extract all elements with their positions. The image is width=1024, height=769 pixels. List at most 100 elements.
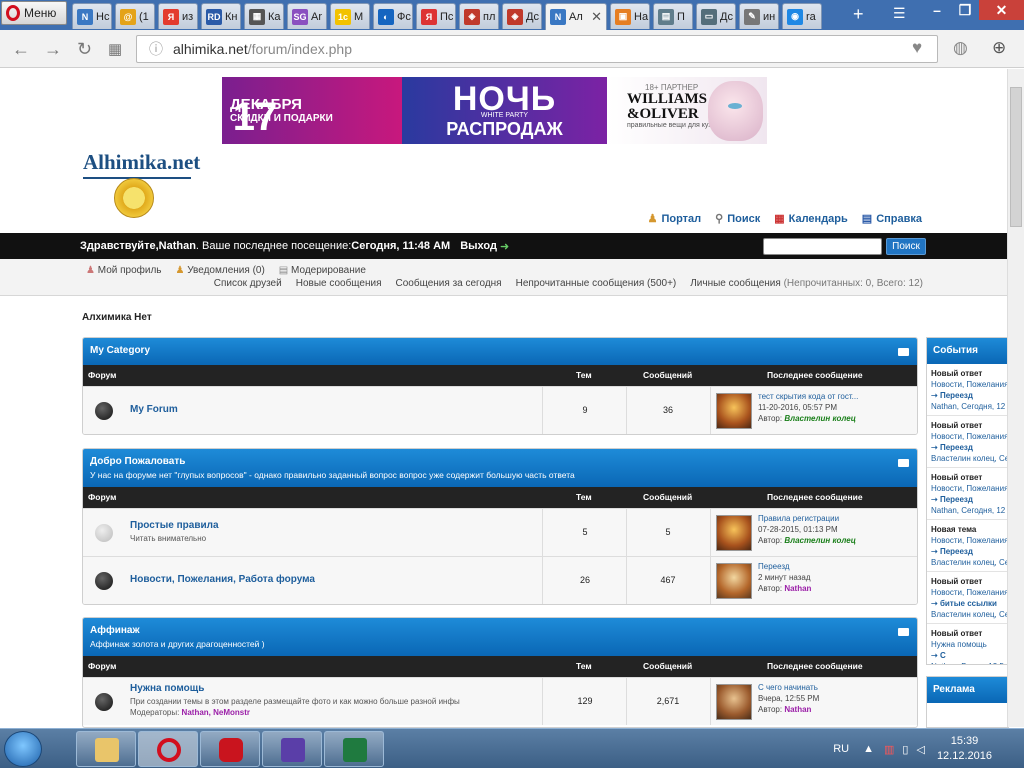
- reload-icon[interactable]: ↻: [77, 39, 92, 60]
- event-meta[interactable]: Nathan, Сегодня, 12: [931, 401, 1005, 412]
- browser-tab[interactable]: ✎ ин: [739, 3, 779, 29]
- event-topic-link-text[interactable]: Переезд: [940, 547, 973, 556]
- last-post-author[interactable]: Nathan: [784, 584, 811, 593]
- nav-new-posts[interactable]: Новые сообщения: [296, 278, 382, 289]
- maximize-icon[interactable]: ❐: [951, 0, 979, 20]
- event-topic-link[interactable]: ➝ С: [931, 650, 1004, 661]
- nav-my-profile[interactable]: ♟ Мой профиль: [86, 265, 162, 276]
- last-post-author[interactable]: Nathan: [784, 705, 811, 714]
- category-title[interactable]: Добро Пожаловать: [90, 456, 910, 467]
- forum-name[interactable]: Простые правила: [130, 520, 219, 531]
- browser-tab[interactable]: ◈ Дс: [502, 3, 542, 29]
- taskbar-explorer[interactable]: [76, 731, 136, 767]
- last-post-title[interactable]: Правила регистрации: [758, 513, 856, 524]
- device-icon[interactable]: ▯: [902, 743, 908, 756]
- event-meta[interactable]: Nathan, Сегодня, 12: [931, 505, 1005, 516]
- last-poster-avatar[interactable]: [716, 684, 752, 720]
- browser-tab[interactable]: N Нс: [72, 3, 112, 29]
- last-post-title[interactable]: Переезд: [758, 561, 811, 572]
- forum-name[interactable]: My Forum: [130, 404, 178, 415]
- collapse-icon[interactable]: [898, 348, 909, 356]
- last-post-title[interactable]: тест скрытия кода от гост...: [758, 391, 858, 402]
- event-topic-link-text[interactable]: битые ссылки: [940, 599, 997, 608]
- forum-name[interactable]: Нужна помощь: [130, 683, 204, 694]
- opera-menu-button[interactable]: Меню: [1, 1, 67, 25]
- bookmark-heart-icon[interactable]: ♥: [912, 38, 922, 58]
- browser-tab[interactable]: ▭ Дс: [696, 3, 736, 29]
- taskbar-editor[interactable]: [262, 731, 322, 767]
- event-topic-link-text[interactable]: Переезд: [940, 391, 973, 400]
- browser-tab[interactable]: Я Пс: [416, 3, 456, 29]
- close-window-icon[interactable]: ✕: [979, 0, 1024, 20]
- site-info-icon[interactable]: ⓘ: [149, 39, 163, 59]
- scrollbar-thumb[interactable]: [1010, 87, 1022, 227]
- event-topic-link-text[interactable]: Переезд: [940, 443, 973, 452]
- last-post-title[interactable]: С чего начинать: [758, 682, 819, 693]
- quick-search-input[interactable]: [763, 238, 882, 255]
- browser-tab[interactable]: @ (1: [115, 3, 155, 29]
- event-meta[interactable]: Властелин колец, Сег: [931, 557, 1008, 568]
- event-forum-link[interactable]: Нужна помощь: [931, 639, 1004, 650]
- event-topic-link[interactable]: ➝ Переезд: [931, 390, 1004, 401]
- event-forum-link[interactable]: Новости, Пожелания: [931, 379, 1008, 390]
- speed-dial-icon[interactable]: ▦: [108, 40, 122, 58]
- nav-notifications[interactable]: ♟ Уведомления (0): [176, 265, 265, 276]
- event-topic-link[interactable]: ➝ Переезд: [931, 494, 1004, 505]
- link-help[interactable]: ▤ Справка: [862, 212, 922, 225]
- event-meta[interactable]: Властелин колец, Сег: [931, 609, 1008, 620]
- event-topic-link[interactable]: ➝ Переезд: [931, 546, 1004, 557]
- browser-tab[interactable]: ▣ На: [610, 3, 650, 29]
- category-title[interactable]: My Category: [90, 345, 910, 356]
- url-field[interactable]: ⓘ alhimika.net/forum/index.php: [136, 35, 938, 63]
- browser-tab[interactable]: 1c M: [330, 3, 370, 29]
- ad-banner[interactable]: 17 ДЕКАБРЯ СКИДКИ И ПОДАРКИ НОЧЬ WHITE P…: [222, 77, 767, 144]
- last-poster-avatar[interactable]: [716, 515, 752, 551]
- last-poster-avatar[interactable]: [716, 563, 752, 599]
- browser-tab[interactable]: Яиз: [158, 3, 198, 29]
- quick-search-button[interactable]: Поиск: [886, 238, 926, 255]
- event-topic-link-text[interactable]: Переезд: [940, 495, 973, 504]
- tab-close-icon[interactable]: ✕: [591, 9, 602, 25]
- new-tab-icon[interactable]: +: [853, 4, 864, 25]
- event-meta[interactable]: Властелин колец, Сег: [931, 453, 1008, 464]
- event-forum-link[interactable]: Новости, Пожелания: [931, 431, 1008, 442]
- minimize-icon[interactable]: –: [923, 0, 951, 20]
- forward-icon[interactable]: →: [44, 39, 62, 60]
- nav-private-messages[interactable]: Личные сообщения (Непрочитанных: 0, Всег…: [690, 278, 923, 289]
- browser-tab[interactable]: ▦ Ка: [244, 3, 284, 29]
- event-meta[interactable]: Nathan, Вчера, 12:5: [931, 661, 1004, 664]
- site-logo[interactable]: Alhimika.net: [83, 150, 200, 220]
- nav-unread-posts[interactable]: Непрочитанные сообщения (500+): [516, 278, 677, 289]
- moderator-names[interactable]: Nathan, NeMonstr: [182, 708, 250, 717]
- link-portal[interactable]: ♟ Портал: [648, 212, 702, 225]
- clock[interactable]: 15:39 12.12.2016: [937, 734, 992, 764]
- page-scrollbar[interactable]: [1007, 69, 1024, 727]
- tab-menu-icon[interactable]: ☰: [893, 5, 906, 22]
- downloads-icon[interactable]: ⊕: [992, 38, 1006, 58]
- browser-tab[interactable]: SG Ar: [287, 3, 327, 29]
- event-topic-link-text[interactable]: С: [940, 651, 946, 660]
- welcome-username[interactable]: Nathan: [159, 240, 196, 252]
- event-forum-link[interactable]: Новости, Пожелания: [931, 483, 1008, 494]
- nav-moderation[interactable]: ▤ Модерирование: [279, 265, 366, 276]
- collapse-icon[interactable]: [898, 628, 909, 636]
- taskbar-opera-2[interactable]: [200, 731, 260, 767]
- last-poster-avatar[interactable]: [716, 393, 752, 429]
- language-indicator[interactable]: RU: [833, 743, 849, 755]
- browser-tab[interactable]: ◉ ra: [782, 3, 822, 29]
- last-post-author[interactable]: Властелин колец: [784, 414, 856, 423]
- volume-icon[interactable]: ◁: [916, 743, 924, 756]
- taskbar-opera[interactable]: [138, 731, 198, 767]
- link-calendar[interactable]: ▦ Календарь: [774, 212, 848, 225]
- category-title[interactable]: Аффинаж: [90, 625, 910, 636]
- browser-tab[interactable]: ▤ П: [653, 3, 693, 29]
- event-forum-link[interactable]: Новости, Пожелания: [931, 535, 1008, 546]
- browser-tab[interactable]: ◐ Фс: [373, 3, 413, 29]
- event-topic-link[interactable]: ➝ битые ссылки: [931, 598, 1004, 609]
- taskbar-excel[interactable]: [324, 731, 384, 767]
- browser-tab[interactable]: N Ал ✕: [545, 3, 607, 30]
- browser-tab[interactable]: ◈ пл: [459, 3, 499, 29]
- network-icon[interactable]: ▥: [884, 743, 894, 756]
- logout-link[interactable]: Выход: [460, 240, 497, 252]
- forum-name[interactable]: Новости, Пожелания, Работа форума: [130, 574, 315, 585]
